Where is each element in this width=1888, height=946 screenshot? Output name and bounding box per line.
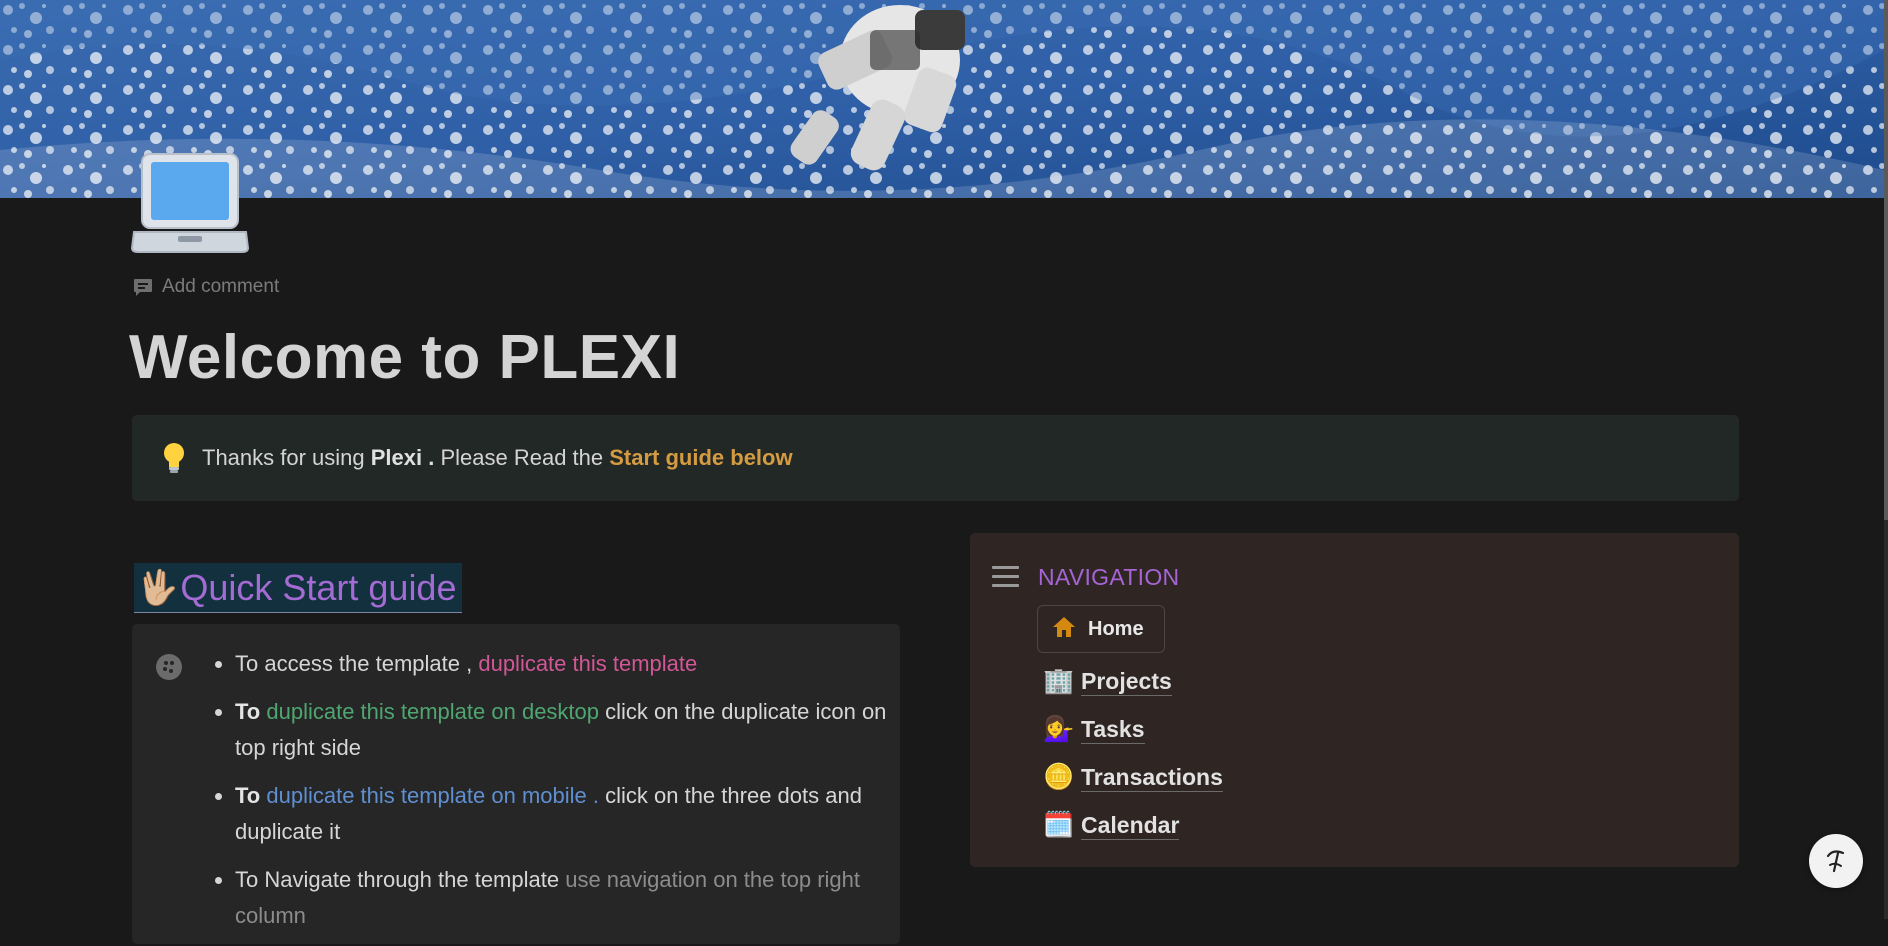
- nav-item-transactions[interactable]: 🪙 Transactions: [1043, 759, 1223, 795]
- calendar-icon: 🗓️: [1043, 811, 1075, 839]
- vulcan-hand-icon: 🖖🏼: [136, 568, 179, 607]
- callout-bold-text: Plexi .: [370, 445, 435, 470]
- menu-icon[interactable]: [992, 566, 1020, 588]
- home-button[interactable]: Home: [1037, 605, 1165, 653]
- home-label: Home: [1088, 617, 1144, 640]
- nav-item-label: Projects: [1081, 667, 1172, 696]
- quick-start-list: To access the template , duplicate this …: [190, 646, 921, 946]
- nav-item-projects[interactable]: 🏢 Projects: [1043, 663, 1172, 699]
- navigation-header: NAVIGATION: [992, 559, 1179, 595]
- list-text: To access the template ,: [235, 651, 479, 676]
- list-item: To access the template , duplicate this …: [235, 646, 921, 682]
- list-item: To Navigate through the template use nav…: [235, 862, 921, 934]
- list-bold-text: To: [235, 699, 267, 724]
- callout: Thanks for using Plexi . Please Read the…: [132, 415, 1739, 501]
- list-text: To Navigate through the template: [235, 867, 566, 892]
- list-bold-text: To: [235, 783, 267, 808]
- laptop-icon[interactable]: [130, 152, 250, 256]
- cover-image: [0, 0, 1884, 198]
- duplicate-template-link[interactable]: duplicate this template: [478, 651, 697, 676]
- navigation-box: NAVIGATION Home 🏢 Projects 💁‍♀️ Tasks 🪙 …: [970, 533, 1739, 867]
- comment-icon: [134, 279, 152, 296]
- callout-text-part: Please Read the: [434, 445, 610, 470]
- nav-item-calendar[interactable]: 🗓️ Calendar: [1043, 807, 1180, 843]
- callout-highlight: Start guide below: [609, 445, 793, 470]
- add-comment-label: Add comment: [162, 276, 280, 297]
- dots-icon[interactable]: [156, 654, 182, 680]
- duplicate-desktop-link[interactable]: duplicate this template on desktop: [266, 699, 599, 724]
- callout-text-part: Thanks for using: [202, 445, 371, 470]
- nav-item-tasks[interactable]: 💁‍♀️ Tasks: [1043, 711, 1145, 747]
- nav-item-label: Transactions: [1081, 763, 1223, 792]
- lightbulb-icon[interactable]: [154, 441, 194, 475]
- quick-start-heading-text: Quick Start guide: [180, 567, 457, 608]
- callout-text: Thanks for using Plexi . Please Read the…: [202, 445, 793, 471]
- earth-astronaut-cover: [0, 0, 1884, 198]
- navigation-title: NAVIGATION: [1038, 563, 1180, 590]
- help-button[interactable]: [1809, 834, 1863, 888]
- page-title[interactable]: Welcome to PLEXI: [129, 320, 680, 396]
- duplicate-mobile-link[interactable]: duplicate this template on mobile .: [266, 783, 599, 808]
- help-icon: [1826, 850, 1845, 873]
- add-comment-button[interactable]: Add comment: [132, 274, 279, 300]
- nav-item-label: Calendar: [1081, 811, 1180, 840]
- nav-item-label: Tasks: [1081, 715, 1145, 744]
- coin-icon: 🪙: [1043, 763, 1075, 791]
- scrollbar-thumb[interactable]: [1884, 0, 1888, 520]
- office-building-icon: 🏢: [1043, 667, 1075, 695]
- list-item: To duplicate this template on mobile . c…: [235, 778, 921, 850]
- quick-start-box: To access the template , duplicate this …: [132, 624, 900, 944]
- list-item: To duplicate this template on desktop cl…: [235, 694, 921, 766]
- house-icon: [1052, 616, 1076, 643]
- quick-start-heading[interactable]: 🖖🏼 Quick Start guide: [134, 563, 463, 613]
- person-tipping-hand-icon: 💁‍♀️: [1043, 715, 1075, 743]
